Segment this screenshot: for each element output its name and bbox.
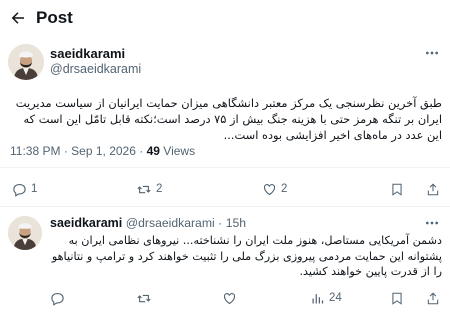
avatar[interactable] [8,44,44,80]
more-button[interactable] [420,44,444,62]
tweet-text: طبق آخرین نظرسنجی یک مرکز معتبر دانشگاهی… [15,96,442,142]
top-bar: Post [0,0,450,36]
reply-like-button[interactable] [222,289,237,307]
reply-more-button[interactable] [420,214,444,232]
like-count: 2 [281,183,288,195]
divider [0,206,450,207]
tweet-meta: 11:38 PM · Sep 1, 2026 · 49 Views [10,144,196,158]
avatar[interactable] [8,216,42,250]
reply-bookmark-button[interactable] [390,289,404,307]
more-dots-icon [426,51,438,55]
page-title: Post [36,8,73,27]
repost-icon [137,185,151,193]
author-handle[interactable]: @drsaeidkarami [50,62,141,76]
reply-header: saeidkarami @drsaeidkarami · 15h [50,216,247,230]
reply-time[interactable]: 15h [226,216,246,230]
reply-text: دشمن آمریکایی مستاصل، هنوز ملت ایران را … [51,234,442,278]
bookmark-icon [392,292,402,305]
bookmark-icon [392,183,402,196]
reply-author-handle[interactable]: @drsaeidkarami [126,216,215,230]
reply-comment-button[interactable] [50,289,65,307]
reply-repost-button[interactable] [136,289,152,307]
views-label: Views [163,144,196,158]
share-icon [427,183,439,195]
reply-share-button[interactable] [426,289,440,307]
comment-icon [13,183,26,197]
share-icon [427,292,439,304]
more-dots-icon [426,221,438,225]
reply-author-name[interactable]: saeidkarami [50,216,122,230]
reply-views-button[interactable]: 24 [310,289,342,307]
analytics-icon [312,293,324,303]
reply-button[interactable]: 1 [12,180,37,198]
repost-button[interactable]: 2 [136,180,162,198]
like-button[interactable]: 2 [262,180,287,198]
author-name[interactable]: saeidkarami [50,46,125,61]
share-button[interactable] [426,180,440,198]
heart-icon [223,292,236,304]
reply-view-count: 24 [329,292,342,304]
tweet-date[interactable]: Sep 1, 2026 [71,144,136,158]
arrow-left-icon [11,12,24,24]
repost-icon [137,294,151,302]
reply-count: 1 [31,183,38,195]
view-count: 49 [146,144,160,158]
heart-icon [263,183,276,195]
bookmark-button[interactable] [390,180,404,198]
comment-icon [51,292,64,306]
repost-count: 2 [156,183,163,195]
back-button[interactable] [6,6,30,30]
divider [0,167,450,168]
tweet-time[interactable]: 11:38 PM [10,144,60,158]
